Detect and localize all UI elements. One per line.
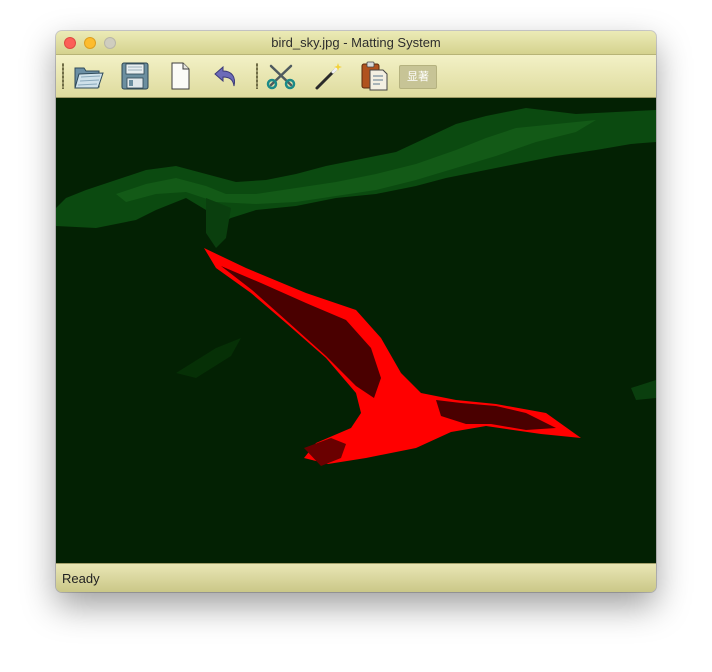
blank-document-icon <box>171 62 190 90</box>
saliency-button[interactable]: 显著 <box>399 65 437 89</box>
scissors-icon <box>266 64 296 90</box>
undo-arrow-icon <box>214 65 235 87</box>
toolbar: 显著 <box>56 55 656 98</box>
open-button[interactable] <box>72 59 106 93</box>
magic-wand-icon <box>315 63 342 90</box>
cut-button[interactable] <box>264 59 298 93</box>
toolbar-separator <box>256 63 258 89</box>
magic-wand-button[interactable] <box>311 59 345 93</box>
toolbar-grip[interactable] <box>62 63 64 89</box>
cloud-wisp <box>176 338 241 378</box>
status-bar: Ready <box>56 563 656 592</box>
title-bar: bird_sky.jpg - Matting System <box>56 31 656 55</box>
undo-button[interactable] <box>208 59 242 93</box>
app-window: bird_sky.jpg - Matting System 显著 Ready <box>56 31 656 592</box>
status-text: Ready <box>62 571 100 586</box>
save-button[interactable] <box>118 59 152 93</box>
floppy-disk-icon <box>121 62 149 90</box>
cloud-wisp <box>631 380 656 400</box>
export-button[interactable] <box>357 59 391 93</box>
bird-body <box>204 248 581 464</box>
window-title: bird_sky.jpg - Matting System <box>271 35 441 50</box>
folder-open-icon <box>74 67 104 89</box>
clipboard-export-icon <box>361 61 388 91</box>
image-canvas[interactable] <box>56 98 656 563</box>
matting-result-image <box>56 108 656 466</box>
new-button[interactable] <box>163 59 197 93</box>
